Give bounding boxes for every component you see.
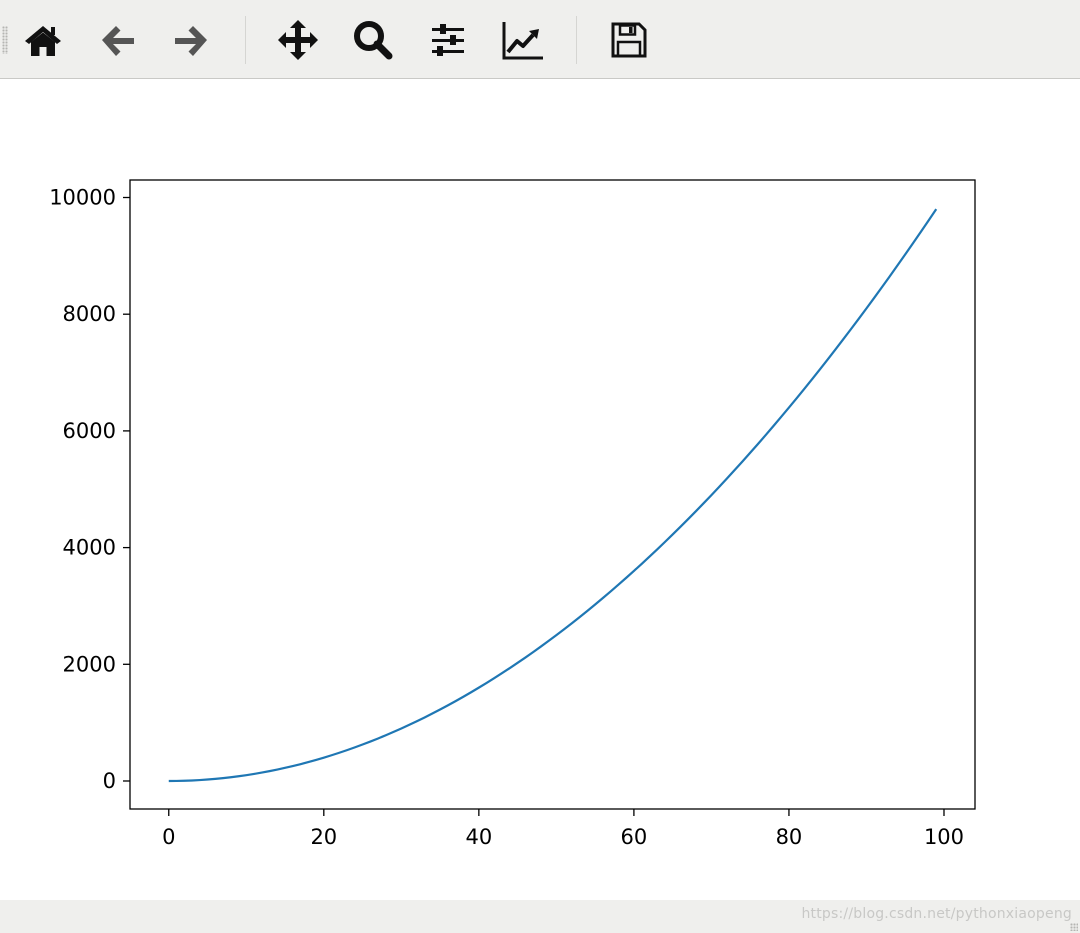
status-bar: https://blog.csdn.net/pythonxiaopeng [0,900,1080,933]
y-axis: 0 2000 4000 6000 8000 10000 [49,186,130,793]
home-icon [25,26,61,56]
watermark-text: https://blog.csdn.net/pythonxiaopeng [801,906,1072,922]
toolbar-separator [576,16,577,64]
arrow-left-icon [102,26,134,56]
pan-button[interactable] [276,18,320,62]
arrow-right-icon [175,26,207,56]
customize-button[interactable] [501,18,545,62]
zoom-button[interactable] [351,18,395,62]
x-tick-label: 60 [621,825,648,849]
toolbar-grip[interactable] [2,26,8,54]
y-tick-label: 6000 [63,419,116,443]
move-icon [278,20,318,60]
resize-grip-icon[interactable] [1070,923,1078,931]
x-tick-label: 0 [162,825,175,849]
line-chart-icon [502,22,543,60]
figure-canvas[interactable]: 0 20 40 60 80 100 0 2000 4000 6000 8000 10000 [0,79,1080,900]
toolbar-separator [245,16,246,64]
y-tick-label: 10000 [49,186,116,210]
forward-button[interactable] [169,18,213,62]
axes-background [130,180,975,809]
navigation-toolbar [0,0,1080,79]
floppy-disk-icon [611,22,647,58]
y-tick-label: 2000 [63,652,116,676]
sliders-icon [432,24,464,56]
y-tick-label: 4000 [63,536,116,560]
home-button[interactable] [21,18,65,62]
configure-subplots-button[interactable] [426,18,470,62]
magnifier-icon [354,21,393,60]
x-axis: 0 20 40 60 80 100 [162,809,964,849]
y-tick-label: 8000 [63,302,116,326]
x-tick-label: 40 [465,825,492,849]
y-tick-label: 0 [103,769,116,793]
back-button[interactable] [96,18,140,62]
line-chart: 0 20 40 60 80 100 0 2000 4000 6000 8000 10000 [49,179,976,849]
x-tick-label: 80 [776,825,803,849]
x-tick-label: 20 [310,825,337,849]
save-button[interactable] [607,18,651,62]
x-tick-label: 100 [924,825,964,849]
